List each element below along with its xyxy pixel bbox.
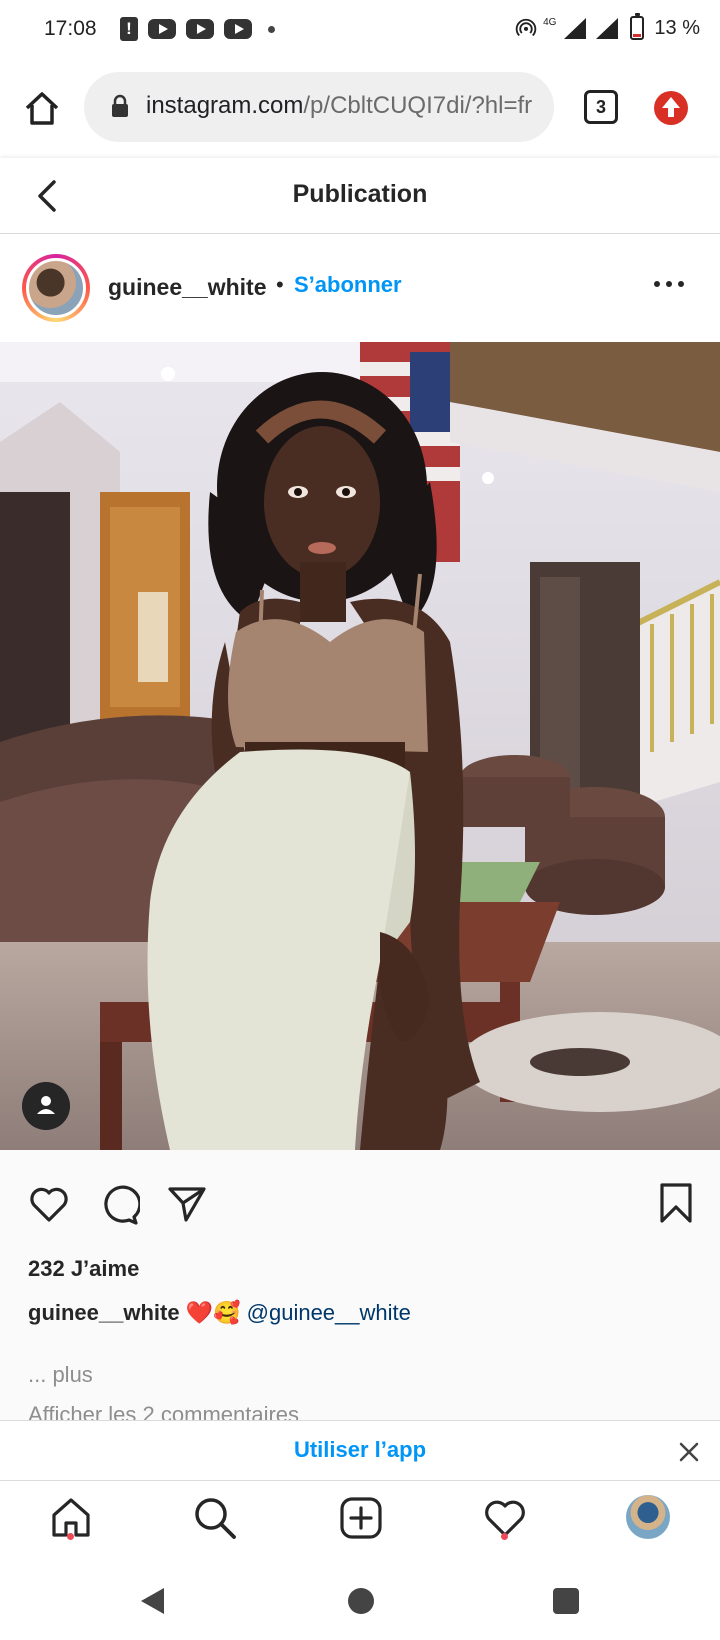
notification-icons: ! (120, 16, 275, 42)
battery-level: 13 % (654, 16, 700, 39)
page-header: Publication (0, 158, 720, 234)
more-options-icon[interactable] (652, 274, 686, 294)
browser-update-icon[interactable] (654, 91, 688, 125)
address-bar[interactable]: instagram.com/p/CbltCUQI7di/?hl=fr (84, 72, 554, 142)
url-path: /p/CbltCUQI7di/?hl=fr (303, 92, 533, 119)
url-host: instagram.com (146, 92, 304, 119)
system-navigation-bar (0, 1558, 720, 1640)
system-recents-icon[interactable] (553, 1588, 579, 1614)
post-photo[interactable] (0, 342, 720, 1150)
system-home-icon[interactable] (348, 1588, 374, 1614)
lock-icon (112, 94, 128, 117)
post-username[interactable]: guinee__white (108, 274, 266, 301)
youtube-icon (186, 19, 214, 39)
close-icon[interactable] (678, 1441, 700, 1463)
heart-icon[interactable] (28, 1184, 70, 1224)
more-notifications-dot-icon (268, 25, 275, 33)
caption-mention[interactable]: @guinee__white (247, 1300, 411, 1325)
page-title: Publication (292, 180, 428, 208)
story-ring[interactable] (22, 254, 90, 322)
activity-notification-dot (501, 1533, 508, 1540)
browser-toolbar: instagram.com/p/CbltCUQI7di/?hl=fr 3 (0, 58, 720, 158)
new-post-icon[interactable] (338, 1495, 384, 1541)
battery-icon (630, 13, 645, 40)
browser-home-icon[interactable] (22, 88, 62, 128)
bookmark-icon[interactable] (658, 1182, 694, 1224)
warning-icon: ! (120, 17, 138, 41)
hotspot-icon (515, 18, 537, 37)
photo-illustration (0, 342, 720, 1150)
use-app-button[interactable]: Utiliser l’app (0, 1437, 720, 1463)
home-notification-dot (67, 1533, 74, 1540)
url-text[interactable]: instagram.com/p/CbltCUQI7di/?hl=fr (146, 92, 542, 120)
youtube-icon (148, 19, 176, 39)
signal-icon (564, 18, 587, 39)
send-icon[interactable] (166, 1184, 208, 1224)
caption-emoji: ❤️🥰 (185, 1300, 241, 1325)
avatar[interactable] (26, 258, 86, 318)
profile-avatar[interactable] (626, 1495, 670, 1539)
tagged-user-icon[interactable] (22, 1082, 70, 1130)
caption-username[interactable]: guinee__white (28, 1300, 180, 1325)
system-icons: 4G 13 % (515, 13, 700, 42)
signal-icon (596, 18, 619, 39)
comment-icon[interactable] (98, 1184, 140, 1226)
post-actions: 232 J’aime guinee__white ❤️🥰 @guinee__wh… (0, 1150, 720, 1427)
status-bar: 17:08 ! 4G 13 % (0, 0, 720, 58)
like-count[interactable]: 232 J’aime (28, 1256, 139, 1282)
bottom-navigation (0, 1480, 720, 1558)
search-icon[interactable] (192, 1495, 238, 1541)
screen: 17:08 ! 4G 13 % instagram.com/p/CbltCUQI… (0, 0, 720, 1640)
youtube-icon (224, 19, 252, 39)
tab-switcher-button[interactable]: 3 (584, 90, 618, 124)
post-header: guinee__white • S’abonner (0, 234, 720, 342)
separator-dot: • (276, 272, 284, 297)
use-app-banner: Utiliser l’app (0, 1420, 720, 1480)
network-type: 4G (543, 16, 557, 28)
follow-button[interactable]: S’abonner (294, 272, 402, 298)
status-time: 17:08 (44, 17, 97, 40)
system-back-icon[interactable] (138, 1586, 166, 1616)
more-link[interactable]: ... plus (28, 1362, 93, 1388)
post-caption: guinee__white ❤️🥰 @guinee__white (28, 1300, 411, 1326)
